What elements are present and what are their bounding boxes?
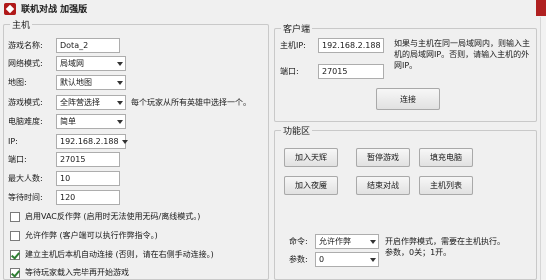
param-label: 参数:	[289, 255, 308, 264]
chevron-down-icon	[117, 61, 123, 66]
chevron-down-icon	[117, 100, 123, 105]
title-bar: 联机对战 加强版	[0, 0, 546, 17]
end-match-button[interactable]: 结束对战	[356, 176, 410, 195]
network-mode-value: 局域网	[60, 59, 84, 68]
network-mode-label: 网络模式:	[8, 59, 43, 68]
param-value: 0	[319, 255, 325, 264]
right-edge-strip	[540, 17, 546, 280]
game-mode-label: 游戏模式:	[8, 98, 43, 107]
host-group-title: 主机	[10, 18, 33, 31]
client-desc-line-3: 网IP。	[394, 61, 418, 70]
command-desc-line-2: 参数，0关；1开。	[385, 248, 452, 257]
max-players-input[interactable]: 10	[56, 171, 120, 186]
ip-select[interactable]: 192.168.2.188	[56, 134, 128, 149]
difficulty-label: 电脑难度:	[8, 117, 43, 126]
command-label: 命令:	[289, 237, 308, 246]
game-mode-select[interactable]: 全阵营选择	[56, 95, 126, 110]
difficulty-select[interactable]: 简单	[56, 114, 126, 129]
app-logo-icon	[4, 2, 16, 15]
chevron-down-icon	[117, 119, 123, 124]
window-title: 联机对战 加强版	[21, 5, 88, 15]
vac-checkbox-row[interactable]: 启用VAC反作弊 (启用时无法使用无码/离线模式。)	[10, 211, 200, 222]
vac-checkbox[interactable]	[10, 211, 20, 222]
wait-time-input[interactable]: 120	[56, 190, 120, 205]
cheat-checkbox[interactable]	[10, 230, 20, 241]
chevron-down-icon	[370, 257, 376, 262]
auto-connect-checkbox[interactable]	[10, 249, 20, 260]
join-radiant-button[interactable]: 加入天辉	[284, 148, 338, 167]
client-description: 如果与主机在同一局域网内，则输入主 机的局域网IP。否则，请输入主机的外 网IP…	[394, 38, 530, 71]
command-select[interactable]: 允许作弊	[315, 234, 379, 249]
max-players-label: 最大人数:	[8, 174, 43, 183]
connect-button[interactable]: 连接	[376, 88, 440, 110]
port-input[interactable]: 27015	[56, 152, 120, 167]
game-mode-value: 全阵营选择	[60, 98, 100, 107]
cheat-checkbox-row[interactable]: 允许作弊 (客户端可以执行作弊指令。)	[10, 230, 158, 241]
join-dire-button[interactable]: 加入夜魇	[284, 176, 338, 195]
host-ip-label: 主机IP:	[280, 41, 306, 50]
close-icon[interactable]	[536, 0, 546, 16]
network-mode-select[interactable]: 局域网	[56, 56, 126, 71]
wait-time-label: 等待时间:	[8, 193, 43, 202]
fill-bots-button[interactable]: 填充电脑	[419, 148, 473, 167]
ip-label: IP:	[8, 137, 18, 146]
client-desc-line-2: 机的局域网IP。否则，请输入主机的外	[394, 50, 530, 59]
client-group-title: 客户端	[281, 22, 313, 35]
param-select[interactable]: 0	[315, 252, 379, 267]
game-name-input[interactable]: Dota_2	[56, 38, 120, 53]
client-port-input[interactable]: 27015	[318, 64, 384, 79]
command-description: 开启作弊模式，需要在主机执行。 参数，0关；1开。	[385, 236, 505, 258]
vac-label: 启用VAC反作弊 (启用时无法使用无码/离线模式。)	[25, 212, 201, 221]
game-name-label: 游戏名称:	[8, 41, 43, 50]
chevron-down-icon	[370, 239, 376, 244]
auto-connect-checkbox-row[interactable]: 建立主机后本机自动连接 (否则，请在右侧手动连接。)	[10, 249, 214, 260]
game-mode-hint: 每个玩家从所有英雄中选择一个。	[131, 98, 251, 107]
client-port-label: 端口:	[280, 67, 299, 76]
wait-all-checkbox[interactable]	[10, 267, 20, 278]
pause-game-button[interactable]: 暂停游戏	[356, 148, 410, 167]
client-desc-line-1: 如果与主机在同一局域网内，则输入主	[394, 39, 530, 48]
ip-value: 192.168.2.188	[60, 137, 119, 146]
auto-connect-label: 建立主机后本机自动连接 (否则，请在右侧手动连接。)	[25, 250, 214, 259]
map-select[interactable]: 默认地图	[56, 75, 126, 90]
command-desc-line-1: 开启作弊模式，需要在主机执行。	[385, 237, 505, 246]
chevron-down-icon	[117, 80, 123, 85]
port-label: 端口:	[8, 155, 27, 164]
chevron-down-icon	[121, 139, 128, 144]
host-ip-input[interactable]: 192.168.2.188	[318, 38, 384, 53]
map-value: 默认地图	[60, 78, 92, 87]
wait-all-checkbox-row[interactable]: 等待玩家载入完毕再开始游戏	[10, 267, 129, 278]
wait-all-label: 等待玩家载入完毕再开始游戏	[25, 268, 129, 277]
host-list-button[interactable]: 主机列表	[419, 176, 473, 195]
function-group-title: 功能区	[281, 124, 313, 137]
map-label: 地图:	[8, 78, 27, 87]
command-value: 允许作弊	[319, 237, 351, 246]
difficulty-value: 简单	[60, 117, 76, 126]
cheat-label: 允许作弊 (客户端可以执行作弊指令。)	[25, 231, 158, 240]
